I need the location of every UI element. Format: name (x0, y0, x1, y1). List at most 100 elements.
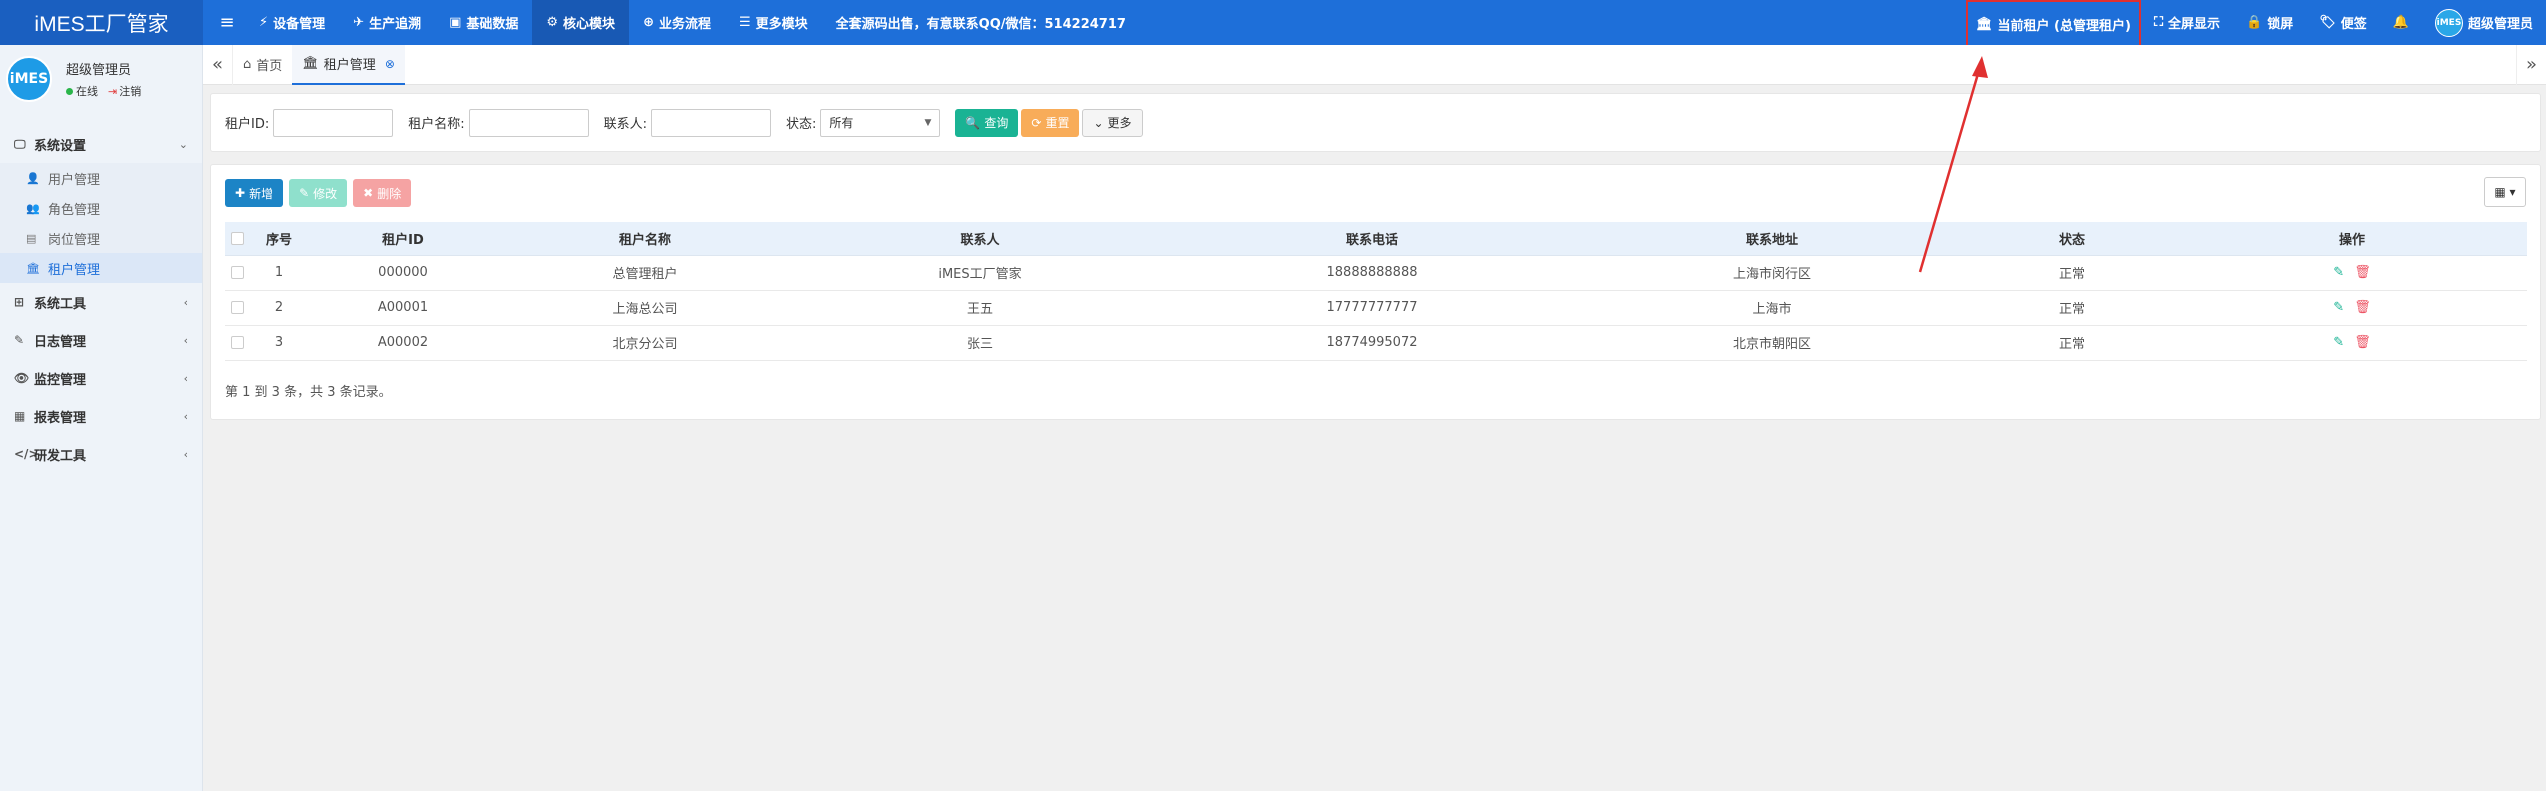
tabs-bar: « ⌂ 首页 🏛 租户管理 ⊗ » (203, 44, 2546, 85)
row-edit-icon[interactable]: ✎ (2333, 265, 2344, 280)
row-checkbox[interactable] (225, 290, 249, 326)
fullscreen-button[interactable]: ⛶ 全屏显示 (2141, 0, 2233, 45)
table-header-row: 序号 租户ID 租户名称 联系人 联系电话 联系地址 状态 操作 (225, 222, 2527, 256)
column-header[interactable]: 租户ID (309, 222, 497, 256)
table-toolbar: ✚ 新增 ✎ 修改 ✖ 删除 (225, 179, 414, 207)
sidebar-item-reports[interactable]: ▦ 报表管理 ‹ (0, 397, 202, 435)
sidebar-item-dev-tools[interactable]: </> 研发工具 ‹ (0, 435, 202, 473)
code-icon: </> (14, 447, 39, 461)
column-header[interactable]: 租户名称 (497, 222, 793, 256)
sidebar-item-roles[interactable]: 👥 角色管理 (0, 193, 202, 223)
online-dot-icon (66, 88, 73, 95)
topnav-workflow[interactable]: ⊕ 业务流程 (629, 0, 725, 45)
sidebar-item-users[interactable]: 👤 用户管理 (0, 163, 202, 193)
expand-icon: ⛶ (2153, 15, 2164, 30)
chevron-left-icon: ‹ (183, 295, 188, 309)
bank-icon: 🏛 (26, 261, 40, 275)
report-icon: ▦ (14, 409, 26, 423)
bell-icon: 🔔 (2392, 15, 2409, 30)
row-delete-icon[interactable]: 🗑 (2354, 265, 2371, 280)
row-delete-icon[interactable]: 🗑 (2354, 335, 2371, 350)
eye-icon: 👁 (14, 371, 30, 385)
tab-tenant-management[interactable]: 🏛 租户管理 ⊗ (292, 44, 405, 85)
topnav-traceability[interactable]: ✈ 生产追溯 (339, 0, 435, 45)
plus-icon: ✚ (235, 186, 246, 200)
delete-button[interactable]: ✖ 删除 (353, 179, 412, 207)
home-icon: ⌂ (243, 57, 252, 72)
windows-icon: ⊞ (14, 295, 25, 309)
select-all-checkbox[interactable] (225, 222, 249, 256)
column-toggle-button[interactable]: ▦ ▾ (2484, 177, 2526, 207)
row-checkbox[interactable] (225, 325, 249, 361)
user-panel: iMES 超级管理员 在线 ⇥ 注销 (0, 45, 202, 113)
contact-input[interactable] (651, 108, 772, 137)
bolt-icon: ⚡ (259, 15, 269, 30)
topnav-more[interactable]: ☰ 更多模块 (725, 0, 822, 45)
tenant-name-label: 租户名称: (408, 117, 465, 132)
sidebar: iMES 超级管理员 在线 ⇥ 注销 🖵 系统设置 ⌄ 👤 用户管理 👥 角色管理 ▤ 岗位… (0, 45, 203, 791)
sidebar-item-tenants[interactable]: 🏛 租户管理 (0, 253, 202, 283)
sidebar-item-monitor[interactable]: 👁 监控管理 ‹ (0, 359, 202, 397)
table-panel: ✚ 新增 ✎ 修改 ✖ 删除 ▦ ▾ 序号 租户ID 租户名称 联系人 联系电话 联系… (210, 164, 2541, 420)
row-edit-icon[interactable]: ✎ (2333, 335, 2344, 350)
tab-home[interactable]: ⌂ 首页 (233, 45, 292, 85)
sales-notice: 全套源码出售，有意联系QQ/微信：514224717 (835, 17, 1126, 32)
table-row[interactable]: 1 000000 总管理租户 iMES工厂管家 18888888888 上海市闵… (225, 255, 2527, 291)
caret-down-icon: ▼ (924, 117, 932, 128)
chevron-down-icon: ⌄ (178, 137, 188, 151)
contact-label: 联系人: (603, 117, 648, 132)
avatar: iMES (2434, 8, 2463, 37)
sidebar-item-system-settings[interactable]: 🖵 系统设置 ⌄ (0, 125, 202, 163)
monitor-icon: 🖵 (14, 136, 26, 151)
double-chevron-down-icon: ⌄ (1093, 115, 1104, 130)
column-header[interactable]: 序号 (249, 222, 309, 256)
logout-link[interactable]: ⇥ 注销 (108, 83, 141, 99)
sidebar-item-logs[interactable]: ✎ 日志管理 ‹ (0, 321, 202, 359)
book-icon: ▣ (449, 15, 462, 30)
topnav-core[interactable]: ⚙ 核心模块 (532, 0, 630, 45)
user-name: 超级管理员 (66, 63, 132, 78)
row-delete-icon[interactable]: 🗑 (2354, 300, 2371, 315)
topnav-basic-data[interactable]: ▣ 基础数据 (435, 0, 532, 45)
table-row[interactable]: 3 A00002 北京分公司 张三 18774995072 北京市朝阳区 正常 … (225, 325, 2527, 361)
notes-button[interactable]: 🏷 便签 (2306, 0, 2380, 45)
menu-toggle-icon[interactable]: ≡ (209, 12, 245, 33)
sidebar-item-posts[interactable]: ▤ 岗位管理 (0, 223, 202, 253)
chevron-left-icon: ‹ (183, 371, 188, 385)
list-icon: ☰ (738, 15, 751, 30)
user-menu[interactable]: iMES 超级管理员 (2422, 0, 2546, 45)
submenu-system-settings: 👤 用户管理 👥 角色管理 ▤ 岗位管理 🏛 租户管理 (0, 163, 202, 283)
tabs-scroll-right-icon[interactable]: » (2516, 44, 2546, 85)
bank-icon: 🏛 (1976, 17, 1993, 32)
lock-screen-button[interactable]: 🔒 锁屏 (2233, 0, 2306, 45)
column-header[interactable]: 状态 (1967, 222, 2177, 256)
tenant-name-input[interactable] (468, 108, 589, 137)
tenant-id-input[interactable] (273, 108, 394, 137)
edit-icon: ✎ (14, 333, 25, 347)
app-logo[interactable]: iMES工厂管家 (0, 0, 203, 45)
reset-button[interactable]: ⟳ 重置 (1021, 108, 1080, 137)
notification-button[interactable]: 🔔 (2380, 0, 2422, 45)
sidebar-item-system-tools[interactable]: ⊞ 系统工具 ‹ (0, 283, 202, 321)
query-button[interactable]: 🔍 查询 (955, 108, 1019, 137)
status-badge: 正常 (1967, 325, 2177, 361)
close-icon[interactable]: ⊗ (385, 57, 395, 71)
column-header: 操作 (2177, 222, 2527, 256)
status-select[interactable]: 所有 ▼ (820, 108, 941, 137)
column-header[interactable]: 联系地址 (1577, 222, 1967, 256)
more-button[interactable]: ⌄ 更多 (1082, 108, 1143, 137)
row-checkbox[interactable] (225, 255, 249, 291)
current-tenant-button[interactable]: 🏛 当前租户 (总管理租户) (1966, 0, 2141, 50)
add-button[interactable]: ✚ 新增 (225, 179, 284, 207)
chevron-left-icon: ‹ (183, 333, 188, 347)
edit-button[interactable]: ✎ 修改 (289, 179, 348, 207)
avatar: iMES (6, 56, 52, 102)
column-header[interactable]: 联系人 (793, 222, 1167, 256)
tabs-scroll-left-icon[interactable]: « (203, 44, 233, 85)
topnav-equipment[interactable]: ⚡ 设备管理 (245, 0, 339, 45)
table-row[interactable]: 2 A00001 上海总公司 王五 17777777777 上海市 正常 ✎ 🗑 (225, 290, 2527, 326)
row-edit-icon[interactable]: ✎ (2333, 300, 2344, 315)
logout-icon: ⇥ (108, 85, 118, 98)
column-header[interactable]: 联系电话 (1167, 222, 1577, 256)
id-card-icon: ▤ (26, 231, 37, 245)
